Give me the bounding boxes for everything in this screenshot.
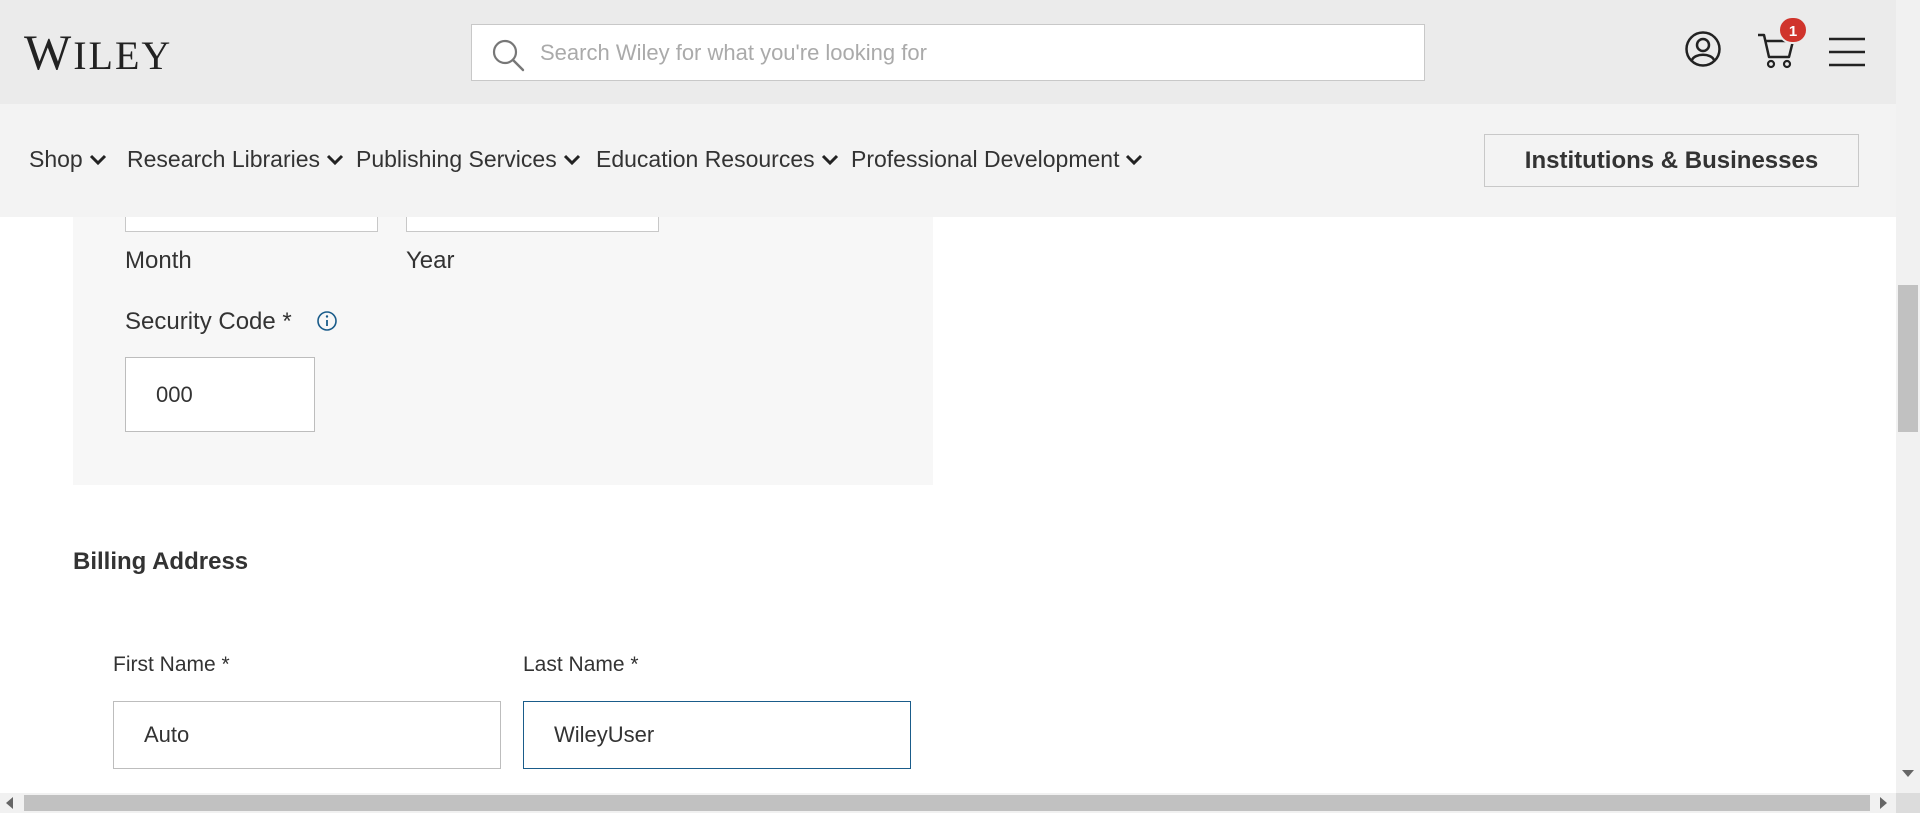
scroll-left-arrow-icon[interactable]: [6, 797, 13, 809]
cart-count-badge: 1: [1778, 16, 1808, 44]
scroll-right-arrow-icon[interactable]: [1880, 797, 1887, 809]
last-name-label: Last Name *: [523, 653, 639, 676]
institutions-businesses-button[interactable]: Institutions & Businesses: [1484, 134, 1859, 187]
first-name-input[interactable]: [113, 701, 501, 769]
nav-item-label: Shop: [29, 146, 83, 172]
info-icon[interactable]: [316, 310, 338, 332]
first-name-label: First Name *: [113, 653, 230, 676]
nav-item-label: Professional Development: [851, 146, 1120, 172]
wiley-logo[interactable]: WILEY: [24, 24, 172, 84]
chevron-down-icon: [821, 154, 838, 165]
scrollbar-corner: [1896, 793, 1920, 813]
scroll-down-arrow-icon[interactable]: [1902, 770, 1914, 777]
security-code-input[interactable]: [125, 357, 315, 432]
search-box: [471, 24, 1425, 81]
chevron-down-icon: [563, 154, 580, 165]
nav-item-education-resources[interactable]: Education Resources: [596, 146, 839, 173]
menu-icon[interactable]: [1828, 36, 1866, 68]
search-input[interactable]: [540, 25, 1410, 80]
payment-details-panel: [73, 217, 933, 485]
nav-item-shop[interactable]: Shop: [29, 146, 107, 173]
horizontal-scrollbar-thumb[interactable]: [24, 795, 1870, 811]
nav-item-research-libraries[interactable]: Research Libraries: [127, 146, 344, 173]
year-label: Year: [406, 247, 455, 274]
nav-item-publishing-services[interactable]: Publishing Services: [356, 146, 581, 173]
billing-address-heading: Billing Address: [73, 548, 249, 575]
nav-item-label: Research Libraries: [127, 146, 321, 172]
nav-item-label: Publishing Services: [356, 146, 557, 172]
nav-item-label: Education Resources: [596, 146, 815, 172]
main-nav: Shop Research Libraries Publishing Servi…: [0, 104, 1896, 217]
month-label: Month: [125, 247, 192, 274]
expiry-year-field[interactable]: [406, 217, 659, 232]
top-header: WILEY 1: [0, 0, 1896, 104]
search-icon[interactable]: [490, 37, 526, 73]
expiry-month-field[interactable]: [125, 217, 378, 232]
account-icon[interactable]: [1684, 30, 1722, 68]
chevron-down-icon: [1126, 154, 1143, 165]
security-code-label: Security Code *: [125, 308, 292, 335]
chevron-down-icon: [326, 154, 344, 165]
last-name-input[interactable]: [523, 701, 911, 769]
logo-initial: W: [24, 24, 74, 80]
chevron-down-icon: [89, 154, 106, 165]
logo-rest: ILEY: [73, 33, 173, 78]
vertical-scrollbar-thumb[interactable]: [1898, 285, 1918, 432]
nav-item-professional-development[interactable]: Professional Development: [851, 146, 1143, 173]
